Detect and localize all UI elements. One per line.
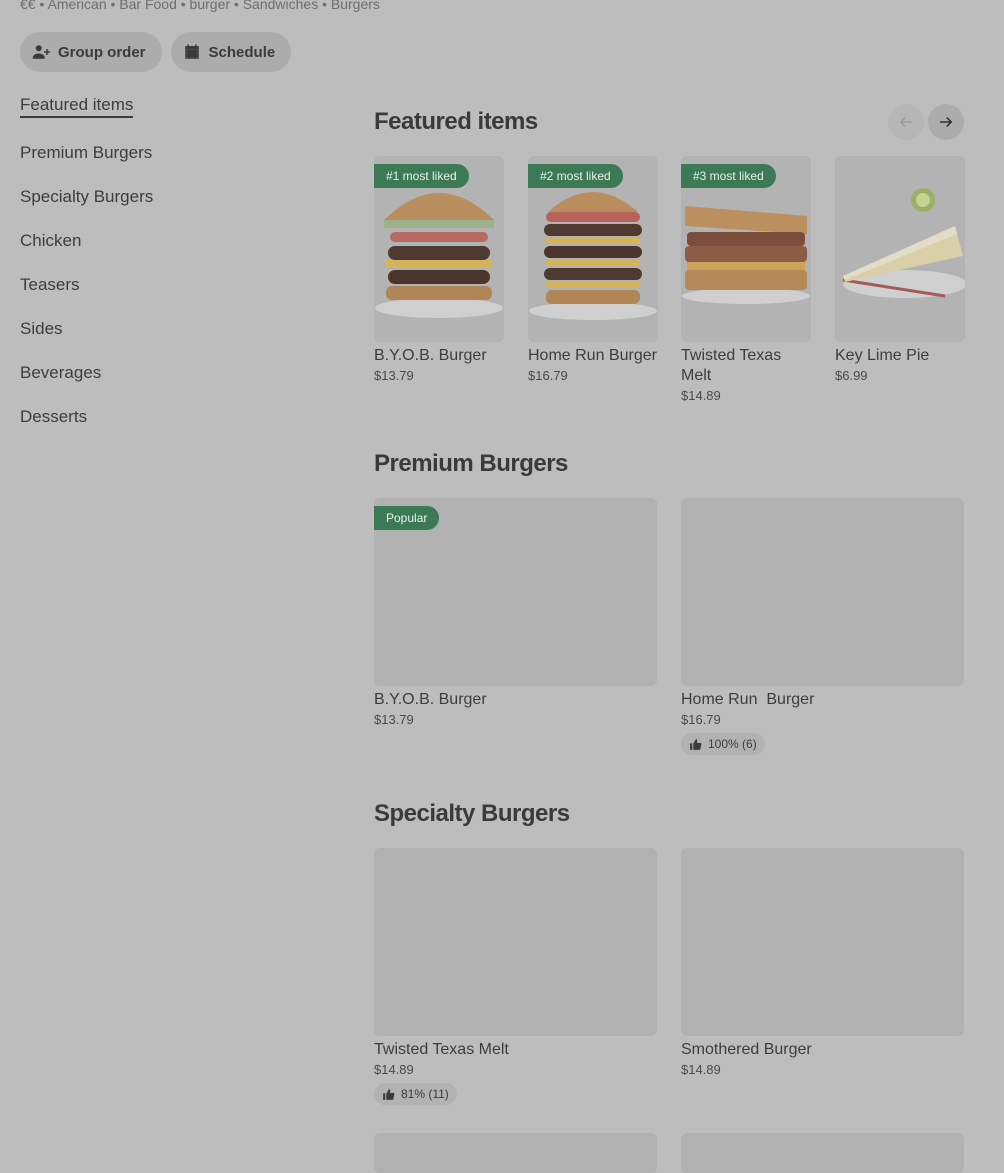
rating-badge: 81% (11) [374,1083,457,1105]
menu-item-card[interactable]: Twisted Texas Melt $14.89 81% (11) [374,848,657,1106]
nav-item-beverages[interactable]: Beverages [20,362,320,406]
item-name: Home Run Burger [528,347,657,364]
item-price: $14.89 [681,1062,721,1077]
group-order-label: Group order [58,43,146,61]
item-image: Popular [374,498,657,686]
nav-item-specialty-burgers[interactable]: Specialty Burgers [20,186,320,230]
featured-card[interactable]: #3 most liked Twisted Texas Melt $14.89 [681,156,811,403]
add-person-icon [32,45,50,59]
item-image[interactable] [681,1133,964,1173]
item-image: #2 most liked [528,156,658,342]
nav-item-sides[interactable]: Sides [20,318,320,362]
item-image [681,498,964,686]
item-image [681,848,964,1036]
thumbs-up-icon [690,738,702,750]
item-name: Home Run Burger [681,691,815,708]
menu-item-card[interactable]: Popular B.Y.O.B. Burger $13.79 [374,498,657,727]
nav-item-desserts[interactable]: Desserts [20,406,320,450]
item-price: $13.79 [374,712,414,727]
item-price: $14.89 [681,388,721,403]
item-price: $16.79 [528,368,568,383]
arrow-left-icon [899,116,912,128]
group-order-button[interactable]: Group order [20,32,162,72]
item-image [374,848,657,1036]
thumbs-up-icon [383,1088,395,1100]
item-name: Twisted Texas Melt [374,1041,509,1058]
menu-category-nav: Featured items Premium Burgers Specialty… [20,94,320,450]
item-name: Smothered Burger [681,1041,812,1058]
most-liked-badge: #1 most liked [374,164,469,188]
most-liked-badge: #3 most liked [681,164,776,188]
item-image: #3 most liked [681,156,811,342]
featured-section-title: Featured items [374,108,538,135]
item-price: $16.79 [681,712,721,727]
item-image: #1 most liked [374,156,504,342]
featured-card[interactable]: Key Lime Pie $6.99 [835,156,965,383]
menu-item-card[interactable]: Home Run Burger $16.79 100% (6) [681,498,964,756]
rating-text: 81% (11) [401,1087,449,1101]
most-liked-badge: #2 most liked [528,164,623,188]
item-price: $6.99 [835,368,868,383]
featured-card[interactable]: #1 most liked B.Y.O.B. Burger $13.79 [374,156,504,383]
popular-badge: Popular [374,506,440,530]
item-name: B.Y.O.B. Burger [374,347,487,364]
carousel-next-button[interactable] [928,104,964,140]
rating-text: 100% (6) [708,737,757,751]
calendar-icon [184,44,199,59]
item-name: B.Y.O.B. Burger [374,691,487,708]
nav-item-featured-items[interactable]: Featured items [20,94,134,118]
premium-burgers-section-title: Premium Burgers [374,450,568,477]
arrow-right-icon [940,116,953,128]
nav-item-premium-burgers[interactable]: Premium Burgers [20,142,320,186]
item-price: $13.79 [374,368,414,383]
carousel-prev-button[interactable] [888,104,924,140]
item-image[interactable] [374,1133,657,1173]
rating-badge: 100% (6) [681,733,765,755]
nav-item-teasers[interactable]: Teasers [20,274,320,318]
nav-item-chicken[interactable]: Chicken [20,230,320,274]
featured-card[interactable]: #2 most liked Home Run Burger $16.79 [528,156,658,383]
item-name: Twisted Texas Melt [681,347,782,384]
item-name: Key Lime Pie [835,347,930,364]
menu-item-card[interactable]: Smothered Burger $14.89 [681,848,964,1077]
schedule-label: Schedule [208,43,276,61]
item-image [835,156,965,342]
item-price: $14.89 [374,1062,414,1077]
store-meta: €€ • American • Bar Food • burger • Sand… [20,0,380,12]
specialty-burgers-section-title: Specialty Burgers [374,800,570,827]
schedule-button[interactable]: Schedule [170,32,292,72]
